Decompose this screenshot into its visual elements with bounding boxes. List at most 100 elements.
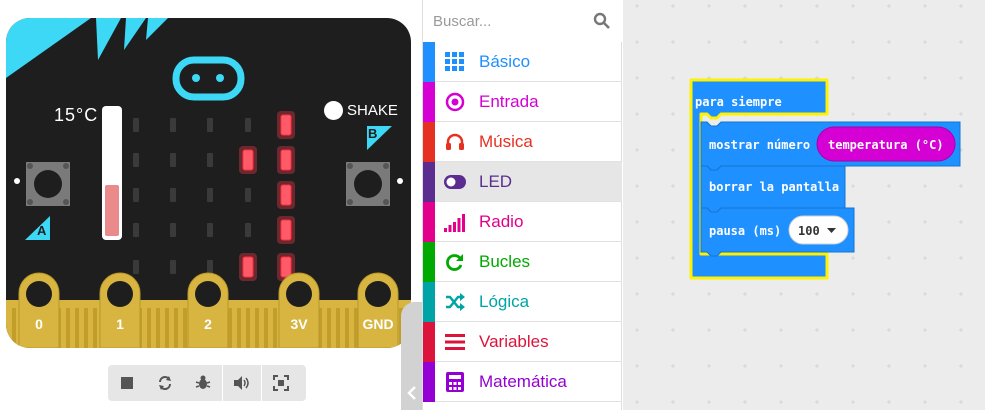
clear-screen-block[interactable]: borrar la pantalla (700, 165, 846, 213)
restart-button[interactable] (146, 365, 184, 401)
grid-mark (887, 256, 891, 260)
collapse-simulator-button[interactable] (401, 302, 422, 410)
pin-0-label: 0 (35, 316, 43, 332)
chevron-left-icon (406, 386, 416, 400)
stop-button[interactable] (108, 365, 146, 401)
grid-mark (959, 40, 963, 44)
grid-mark (635, 184, 639, 188)
category-basico[interactable]: Básico (423, 42, 622, 82)
grid-mark (671, 4, 675, 8)
led-off (245, 188, 251, 202)
category-musica[interactable]: Música (423, 122, 622, 162)
edge-connector (6, 272, 411, 348)
category-stripe (423, 82, 435, 122)
grid-mark (959, 220, 963, 224)
category-label: Entrada (479, 92, 539, 111)
corner-decoration (96, 18, 121, 60)
category-label: Matemática (479, 372, 567, 391)
led-off (170, 260, 176, 274)
led-matrix (133, 111, 295, 281)
grid-mark (743, 292, 747, 296)
workspace-canvas[interactable]: para siempre mostrar número temperatura … (623, 0, 985, 410)
blocks-workspace[interactable]: para siempre mostrar número temperatura … (623, 0, 985, 410)
grid-mark (887, 328, 891, 332)
grid-mark (671, 400, 675, 404)
temperature-reporter-label: temperatura (°C) (828, 138, 944, 152)
grid-mark (887, 292, 891, 296)
grid-mark (671, 76, 675, 80)
pause-label: pausa (ms) (709, 224, 781, 238)
grid-mark (635, 112, 639, 116)
grid-mark (923, 40, 927, 44)
search-input[interactable] (433, 8, 583, 34)
grid-mark (923, 292, 927, 296)
pin-3v-label: 3V (290, 316, 308, 332)
grid-mark (959, 76, 963, 80)
sound-icon (234, 376, 249, 390)
shake-button[interactable]: SHAKE (324, 101, 398, 120)
led-off (170, 153, 176, 167)
grid-mark (779, 4, 783, 8)
edge-finger (345, 308, 349, 348)
show-number-block[interactable]: mostrar número temperatura (°C) (700, 121, 961, 171)
category-led[interactable]: LED (423, 162, 622, 202)
sound-button[interactable] (223, 365, 261, 401)
grid-mark (887, 112, 891, 116)
category-radio[interactable]: Radio (423, 202, 622, 242)
grid-icon (444, 51, 466, 73)
grid-mark (671, 220, 675, 224)
toolbox: Básico Entrada Música LED Radio Buc (422, 0, 622, 410)
grid-mark (959, 256, 963, 260)
grid-mark (707, 292, 711, 296)
grid-mark (635, 256, 639, 260)
target-icon (444, 91, 466, 113)
list-icon (444, 331, 466, 353)
grid-mark (851, 112, 855, 116)
edge-finger (255, 308, 259, 348)
grid-mark (743, 328, 747, 332)
led-off (207, 260, 213, 274)
edge-finger (264, 308, 268, 348)
grid-mark (959, 328, 963, 332)
grid-mark (779, 400, 783, 404)
category-entrada[interactable]: Entrada (423, 82, 622, 122)
grid-mark (707, 40, 711, 44)
led-on (280, 149, 292, 171)
edge-finger (228, 308, 232, 348)
category-bucles[interactable]: Bucles (423, 242, 622, 282)
grid-mark (779, 328, 783, 332)
edge-finger (273, 308, 277, 348)
led-off (133, 223, 139, 237)
grid-mark (851, 328, 855, 332)
grid-mark (923, 220, 927, 224)
grid-mark (671, 292, 675, 296)
fullscreen-button[interactable] (262, 365, 300, 401)
category-logica[interactable]: Lógica (423, 282, 622, 322)
pause-block[interactable]: pausa (ms) 100 (700, 207, 855, 257)
edge-finger (174, 308, 178, 348)
grid-mark (635, 364, 639, 368)
grid-mark (923, 76, 927, 80)
debug-button[interactable] (184, 365, 222, 401)
edge-finger (237, 308, 241, 348)
stop-icon (121, 377, 133, 389)
category-stripe (423, 282, 435, 322)
search-icon[interactable] (593, 12, 611, 30)
logo-touch-icon[interactable] (172, 56, 245, 101)
led-off (245, 223, 251, 237)
calculator-icon (444, 371, 466, 393)
grid-mark (707, 364, 711, 368)
grid-mark (635, 76, 639, 80)
corner-decoration (6, 18, 91, 78)
category-variables[interactable]: Variables (423, 322, 622, 362)
led-off (170, 223, 176, 237)
category-label: Bucles (479, 252, 531, 271)
grid-mark (959, 112, 963, 116)
category-stripe (423, 322, 435, 362)
signal-icon (444, 211, 466, 233)
edge-finger (12, 308, 16, 348)
grid-mark (635, 220, 639, 224)
category-matematica[interactable]: Matemática (423, 362, 622, 402)
led-off (133, 188, 139, 202)
grid-mark (851, 400, 855, 404)
